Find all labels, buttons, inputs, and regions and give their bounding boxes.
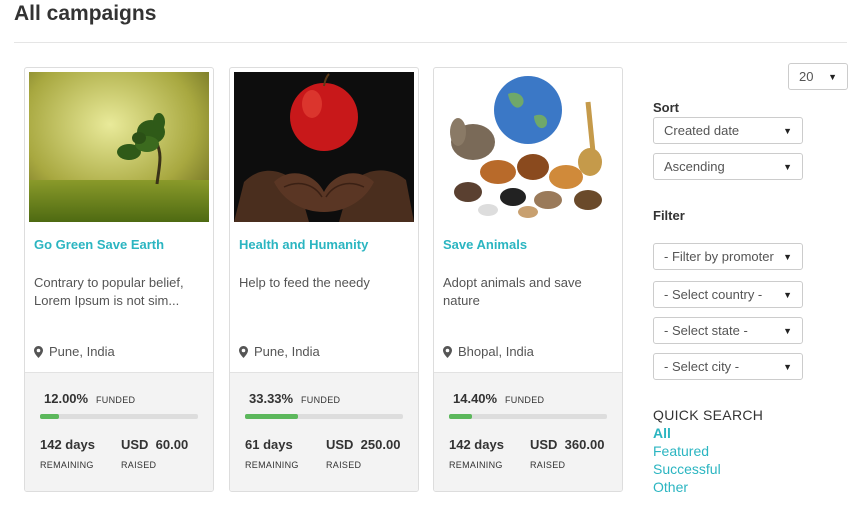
campaign-description: Help to feed the needy bbox=[239, 275, 370, 290]
raised-label: RAISED bbox=[326, 460, 362, 470]
funding-progress-bar bbox=[40, 414, 198, 419]
campaign-description: Adopt animals and save nature bbox=[443, 275, 582, 308]
funded-label: FUNDED bbox=[301, 395, 341, 405]
campaign-location: Pune, India bbox=[239, 344, 320, 359]
caret-down-icon: ▼ bbox=[783, 289, 792, 300]
remaining-label: REMAINING bbox=[245, 460, 299, 470]
funded-label: FUNDED bbox=[96, 395, 136, 405]
campaign-image[interactable] bbox=[438, 72, 618, 222]
per-page-value: 20 bbox=[799, 69, 814, 84]
per-page-select[interactable]: 20 ▼ bbox=[788, 63, 848, 90]
funded-percent: 14.40% bbox=[453, 391, 498, 406]
state-value: - Select state - bbox=[664, 323, 748, 338]
location-text: Pune, India bbox=[254, 344, 320, 359]
sort-by-select[interactable]: Created date ▼ bbox=[653, 117, 803, 144]
raised-amount: USD 250.00 bbox=[326, 437, 401, 452]
funding-progress-fill bbox=[449, 414, 472, 419]
campaign-stats: 12.00% FUNDED 142 days REMAINING USD 60.… bbox=[25, 372, 213, 491]
campaign-location: Pune, India bbox=[34, 344, 115, 359]
sort-by-value: Created date bbox=[664, 123, 740, 138]
caret-down-icon: ▼ bbox=[783, 161, 792, 172]
days-remaining: 142 days bbox=[40, 437, 95, 452]
caret-down-icon: ▼ bbox=[783, 361, 792, 372]
campaign-card[interactable]: Go Green Save Earth Contrary to popular … bbox=[24, 67, 214, 492]
campaign-description: Contrary to popular belief, Lorem Ipsum … bbox=[34, 275, 184, 308]
quick-search-other[interactable]: Other bbox=[653, 479, 688, 495]
campaign-card[interactable]: Health and Humanity Help to feed the nee… bbox=[229, 67, 419, 492]
campaign-stats: 14.40% FUNDED 142 days REMAINING USD 360… bbox=[434, 372, 622, 491]
funding-progress-bar bbox=[245, 414, 403, 419]
city-value: - Select city - bbox=[664, 359, 740, 374]
promoter-filter-value: - Filter by promoter bbox=[664, 249, 774, 264]
caret-down-icon: ▼ bbox=[783, 251, 792, 262]
quick-search-successful[interactable]: Successful bbox=[653, 461, 721, 477]
caret-down-icon: ▼ bbox=[828, 71, 837, 82]
location-text: Pune, India bbox=[49, 344, 115, 359]
location-text: Bhopal, India bbox=[458, 344, 534, 359]
raised-label: RAISED bbox=[121, 460, 157, 470]
quick-search-all[interactable]: All bbox=[653, 425, 671, 441]
days-remaining: 61 days bbox=[245, 437, 293, 452]
campaign-card[interactable]: Save Animals Adopt animals and save natu… bbox=[433, 67, 623, 492]
remaining-label: REMAINING bbox=[40, 460, 94, 470]
state-select[interactable]: - Select state - ▼ bbox=[653, 317, 803, 344]
city-select[interactable]: - Select city - ▼ bbox=[653, 353, 803, 380]
country-select[interactable]: - Select country - ▼ bbox=[653, 281, 803, 308]
campaign-image[interactable] bbox=[234, 72, 414, 222]
days-remaining: 142 days bbox=[449, 437, 504, 452]
quick-search-title: QUICK SEARCH bbox=[653, 407, 764, 423]
campaign-image[interactable] bbox=[29, 72, 209, 222]
raised-label: RAISED bbox=[530, 460, 566, 470]
title-divider bbox=[14, 42, 847, 43]
raised-amount: USD 360.00 bbox=[530, 437, 605, 452]
campaign-title[interactable]: Health and Humanity bbox=[239, 237, 368, 252]
sort-heading: Sort bbox=[653, 100, 679, 115]
map-marker-icon bbox=[239, 345, 248, 358]
funding-progress-bar bbox=[449, 414, 607, 419]
funded-percent: 33.33% bbox=[249, 391, 294, 406]
map-marker-icon bbox=[443, 345, 452, 358]
country-value: - Select country - bbox=[664, 287, 763, 302]
campaign-title[interactable]: Go Green Save Earth bbox=[34, 237, 164, 252]
page-title: All campaigns bbox=[14, 2, 157, 25]
caret-down-icon: ▼ bbox=[783, 125, 792, 136]
funding-progress-fill bbox=[245, 414, 298, 419]
filter-heading: Filter bbox=[653, 208, 685, 223]
promoter-filter-select[interactable]: - Filter by promoter ▼ bbox=[653, 243, 803, 270]
remaining-label: REMAINING bbox=[449, 460, 503, 470]
map-marker-icon bbox=[34, 345, 43, 358]
funded-label: FUNDED bbox=[505, 395, 545, 405]
sort-order-value: Ascending bbox=[664, 159, 725, 174]
caret-down-icon: ▼ bbox=[783, 325, 792, 336]
campaign-stats: 33.33% FUNDED 61 days REMAINING USD 250.… bbox=[230, 372, 418, 491]
quick-search-featured[interactable]: Featured bbox=[653, 443, 709, 459]
raised-amount: USD 60.00 bbox=[121, 437, 189, 452]
campaign-title[interactable]: Save Animals bbox=[443, 237, 527, 252]
campaign-location: Bhopal, India bbox=[443, 344, 534, 359]
funding-progress-fill bbox=[40, 414, 59, 419]
funded-percent: 12.00% bbox=[44, 391, 89, 406]
sort-order-select[interactable]: Ascending ▼ bbox=[653, 153, 803, 180]
